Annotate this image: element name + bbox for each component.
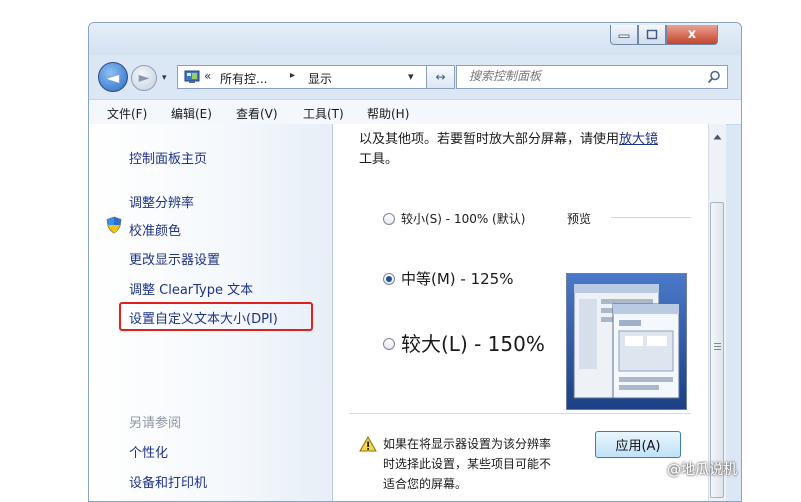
grip-icon — [714, 343, 721, 350]
history-dropdown[interactable]: ▾ — [162, 73, 167, 83]
option-medium-label[interactable]: 中等(M) - 125% — [401, 268, 513, 289]
breadcrumb-current[interactable]: 显示 — [308, 70, 332, 87]
nav-link-adjust-cleartype[interactable]: 调整 ClearType 文本 — [129, 279, 253, 298]
menu-tools[interactable]: 工具(T) — [303, 105, 344, 122]
watermark-text: @地瓜说机 — [667, 462, 737, 478]
preview-image — [566, 273, 687, 410]
warning-line-3: 适合您的屏幕。 — [383, 477, 468, 491]
scroll-thumb[interactable] — [710, 202, 724, 498]
nav-link-personalization[interactable]: 个性化 — [129, 442, 168, 461]
search-input[interactable] — [469, 69, 689, 83]
nav-link-change-display-settings[interactable]: 更改显示器设置 — [129, 249, 220, 268]
warning-icon — [359, 436, 377, 452]
menu-bar: 文件(F) 编辑(E) 查看(V) 工具(T) 帮助(H) — [89, 99, 741, 125]
warning-line-1: 如果在将显示器设置为该分辨率 — [383, 437, 552, 451]
breadcrumb-parent[interactable]: 所有控... — [220, 70, 267, 87]
chevron-down-icon: ▾ — [162, 73, 167, 83]
option-larger-label[interactable]: 较大(L) - 150% — [401, 328, 545, 357]
control-panel-window: x ◄ ► ▾ « 所有控... ▸ 显示 ▾ ↔ 文件(F) 编 — [88, 22, 742, 502]
close-icon: x — [687, 27, 697, 42]
title-bar: x — [89, 23, 741, 55]
shield-icon — [106, 216, 122, 234]
nav-link-devices-printers[interactable]: 设备和打印机 — [129, 472, 207, 491]
intro-text: 以及其他项。若要暂时放大部分屏幕，请使用放大镜 — [359, 128, 658, 147]
forward-arrow-icon: ► — [138, 70, 150, 86]
back-button[interactable]: ◄ — [98, 62, 128, 92]
menu-file[interactable]: 文件(F) — [107, 105, 147, 122]
intro-line-1: 以及其他项。若要暂时放大部分屏幕，请使用 — [359, 132, 620, 147]
minimize-button[interactable] — [610, 25, 638, 45]
nav-link-calibrate-color[interactable]: 校准颜色 — [129, 220, 181, 239]
warning-line-2: 时选择此设置，某些项目可能不 — [383, 457, 552, 471]
search-box[interactable] — [456, 65, 728, 89]
search-icon[interactable] — [707, 70, 721, 84]
radio-medium[interactable] — [383, 273, 395, 285]
forward-button[interactable]: ► — [131, 65, 157, 91]
radio-larger[interactable] — [383, 338, 395, 350]
option-smaller-label[interactable]: 较小(S) - 100% (默认) — [401, 210, 525, 227]
breadcrumb-overflow[interactable]: « — [204, 69, 211, 83]
back-arrow-icon: ◄ — [106, 67, 120, 87]
intro-line-2: 工具。 — [359, 152, 399, 167]
minimize-icon — [618, 34, 630, 38]
breadcrumb-separator-icon[interactable]: ▸ — [290, 70, 295, 81]
maximize-button[interactable] — [638, 25, 666, 45]
see-also-heading: 另请参阅 — [129, 416, 182, 431]
task-pane: 控制面板主页 调整分辨率 校准颜色 更改显示器设置 调整 ClearType 文… — [89, 124, 333, 501]
vertical-scrollbar[interactable] — [708, 124, 726, 501]
menu-edit[interactable]: 编辑(E) — [171, 105, 212, 122]
refresh-icon: ↔ — [435, 70, 446, 84]
menu-help[interactable]: 帮助(H) — [367, 105, 409, 122]
preview-divider — [611, 217, 691, 218]
close-button[interactable]: x — [666, 25, 718, 45]
maximize-icon — [646, 29, 658, 40]
highlight-box — [119, 302, 313, 331]
preview-window-icon — [573, 283, 680, 399]
nav-link-adjust-resolution[interactable]: 调整分辨率 — [129, 192, 194, 211]
preview-label: 预览 — [567, 212, 592, 226]
radio-smaller[interactable] — [383, 213, 395, 225]
menu-view[interactable]: 查看(V) — [236, 105, 278, 122]
content-area: 以及其他项。若要暂时放大部分屏幕，请使用放大镜 工具。 较小(S) - 100%… — [333, 124, 708, 501]
apply-button[interactable]: 应用(A) — [595, 431, 681, 458]
address-dropdown-icon[interactable]: ▾ — [408, 70, 414, 83]
magnifier-link[interactable]: 放大镜 — [619, 132, 658, 147]
refresh-button[interactable]: ↔ — [427, 65, 455, 89]
nav-link-control-panel-home[interactable]: 控制面板主页 — [129, 148, 207, 167]
control-panel-icon — [184, 70, 200, 83]
scroll-up-icon[interactable] — [713, 134, 722, 140]
content-divider — [349, 413, 691, 414]
address-bar[interactable]: « 所有控... ▸ 显示 ▾ — [177, 65, 427, 89]
